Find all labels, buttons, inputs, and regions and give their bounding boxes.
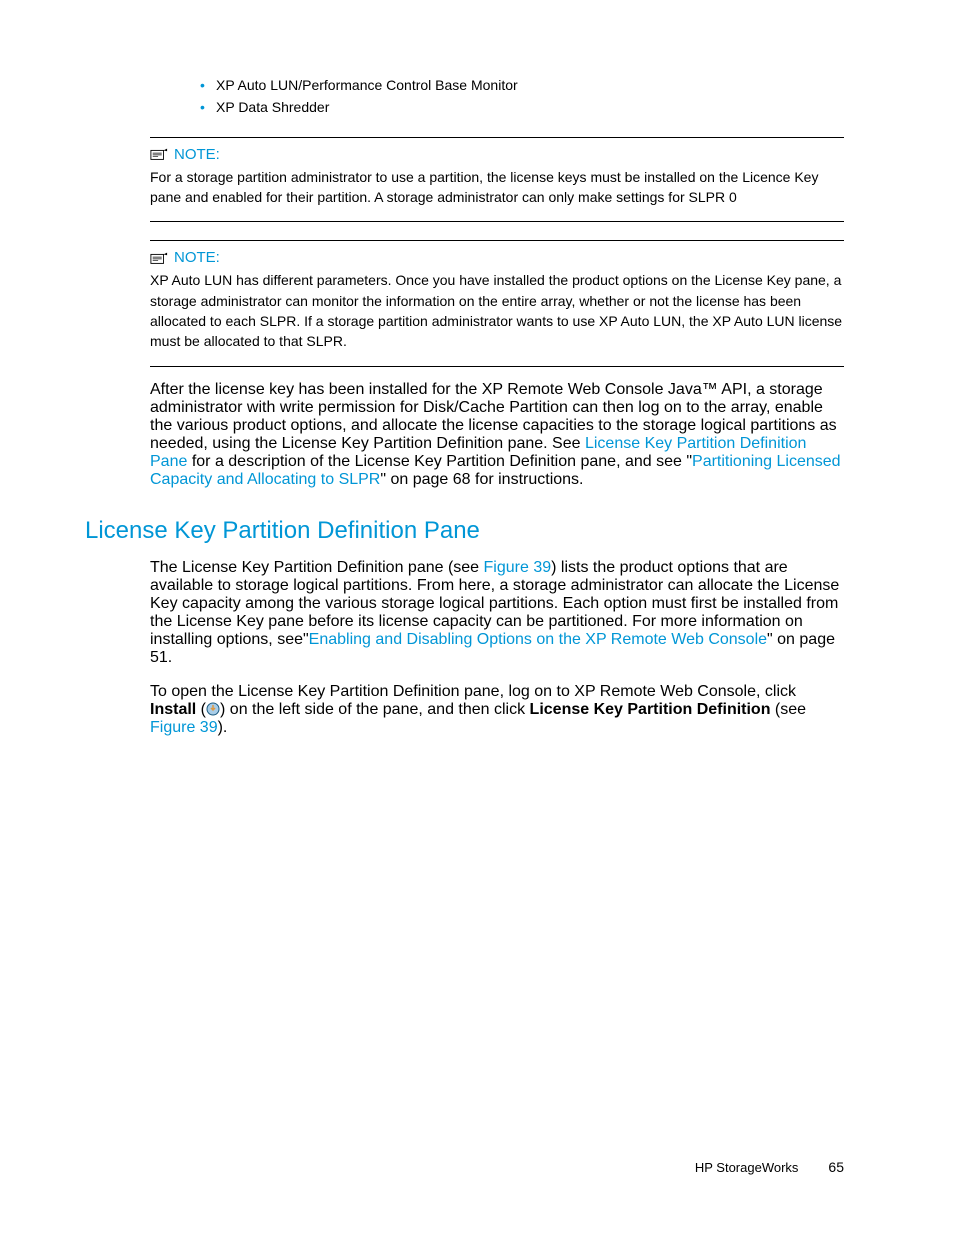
bullet-list: XP Auto LUN/Performance Control Base Mon…	[160, 74, 844, 119]
note-block: NOTE: XP Auto LUN has different paramete…	[150, 240, 844, 366]
list-item: XP Auto LUN/Performance Control Base Mon…	[200, 74, 844, 96]
bold-license-key-partition: License Key Partition Definition	[530, 701, 771, 718]
link-enabling-options[interactable]: Enabling and Disabling Options on the XP…	[309, 631, 767, 648]
note-block: NOTE: For a storage partition administra…	[150, 137, 844, 223]
footer: HP StorageWorks 65	[695, 1159, 844, 1175]
bold-install: Install	[150, 701, 196, 718]
text: ) on the left side of the pane, and then…	[220, 701, 530, 718]
section-title: License Key Partition Definition Pane	[85, 517, 844, 545]
install-icon	[206, 701, 220, 719]
note-icon	[150, 251, 168, 265]
text: (see	[770, 701, 806, 718]
link-figure-39[interactable]: Figure 39	[484, 559, 552, 576]
list-item: XP Data Shredder	[200, 96, 844, 118]
text: To open the License Key Partition Defini…	[150, 683, 796, 700]
text: ).	[218, 719, 228, 736]
text: for a description of the License Key Par…	[187, 453, 692, 470]
paragraph: The License Key Partition Definition pan…	[150, 559, 844, 667]
text: (	[196, 701, 206, 718]
link-figure-39[interactable]: Figure 39	[150, 719, 218, 736]
text: The License Key Partition Definition pan…	[150, 559, 484, 576]
text: " on page 68 for instructions.	[380, 471, 583, 488]
paragraph: After the license key has been installed…	[150, 381, 844, 489]
note-label: NOTE:	[174, 146, 220, 163]
footer-brand: HP StorageWorks	[695, 1160, 799, 1175]
note-body: XP Auto LUN has different parameters. On…	[150, 270, 844, 366]
note-label: NOTE:	[174, 249, 220, 266]
page-number: 65	[828, 1159, 844, 1175]
paragraph: To open the License Key Partition Defini…	[150, 683, 844, 737]
note-icon	[150, 147, 168, 161]
note-body: For a storage partition administrator to…	[150, 167, 844, 223]
